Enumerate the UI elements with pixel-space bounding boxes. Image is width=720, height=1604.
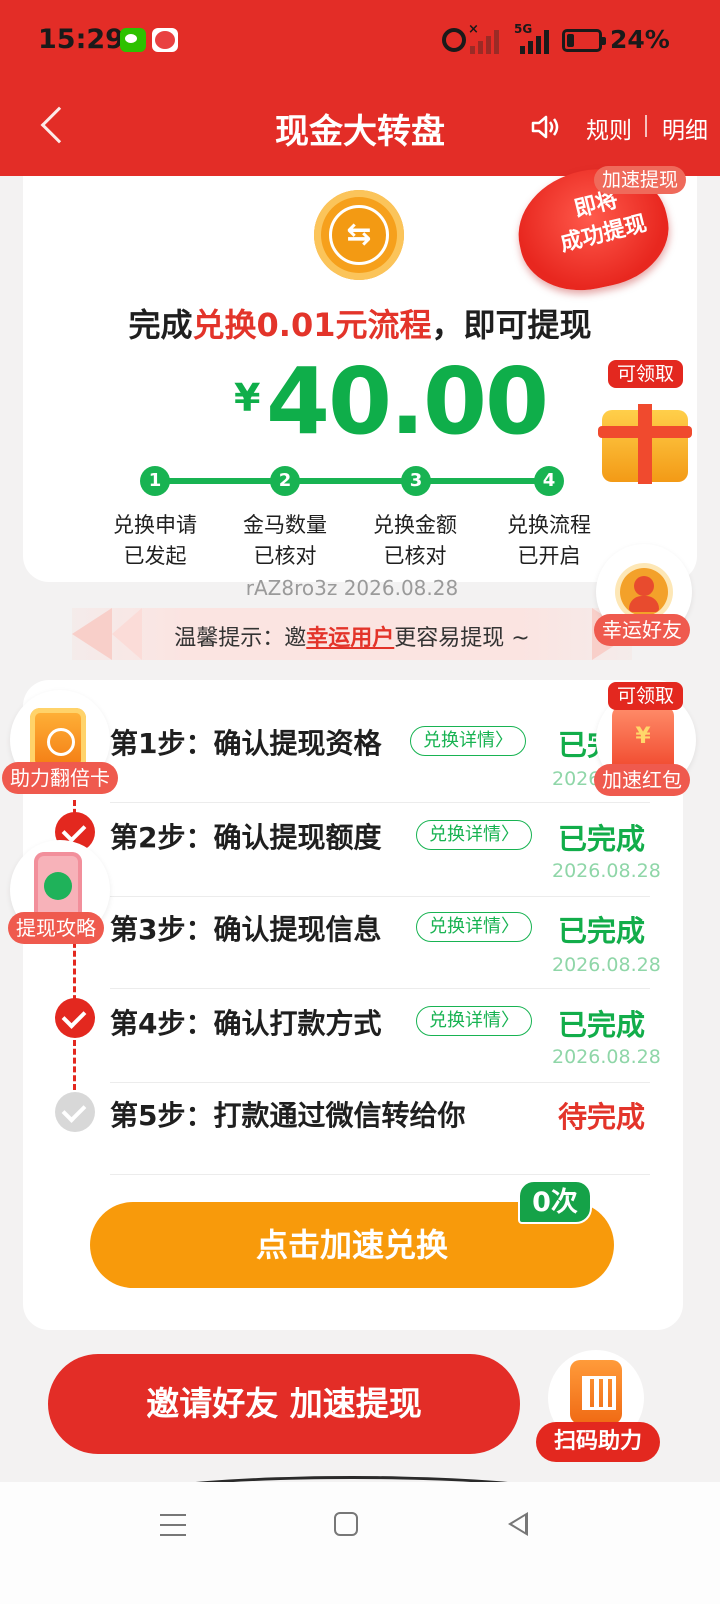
claim-tag-redpack[interactable]: 可领取 xyxy=(608,682,684,710)
headline-highlight: 兑换0.01元流程 xyxy=(192,306,432,344)
steps-connector-2 xyxy=(73,1040,76,1090)
tip-lucky-user-link[interactable]: 幸运用户 xyxy=(306,626,394,651)
exchange-icon: ⇆ xyxy=(314,190,404,280)
progress-label-1-line1: 兑换申请 xyxy=(113,513,197,537)
battery-percent: 24% xyxy=(610,25,670,54)
claim-tag-gift[interactable]: 可领取 xyxy=(608,360,684,388)
alarm-icon xyxy=(442,28,466,52)
scan-help-label[interactable]: 扫码助力 xyxy=(536,1422,660,1462)
step-1-detail-button[interactable]: 兑换详情〉 xyxy=(410,726,526,756)
progress-label-1-line2: 已发起 xyxy=(123,544,187,568)
lucky-friend-label[interactable]: 幸运好友 xyxy=(594,614,690,646)
step-3-status: 已完成 xyxy=(558,914,646,948)
withdraw-headline: 完成兑换0.01元流程，即可提现 xyxy=(0,300,720,346)
progress-label-4-line2: 已开启 xyxy=(517,544,581,568)
step-2-date: 2026.08.28 xyxy=(552,860,661,882)
status-bar: 15:29 × 5G 24% xyxy=(0,0,720,80)
currency-symbol: ¥ xyxy=(234,376,261,420)
step-5-check-icon xyxy=(55,1092,95,1132)
progress-label-2: 金马数量 已核对 xyxy=(220,510,350,572)
boost-card-label[interactable]: 助力翻倍卡 xyxy=(2,762,118,794)
step-4-detail-button[interactable]: 兑换详情〉 xyxy=(416,1006,532,1036)
headline-suffix: ，即可提现 xyxy=(431,306,592,344)
step-3-detail-label: 兑换详情 xyxy=(429,916,501,937)
detail-link[interactable]: 明细 xyxy=(662,111,708,145)
speaker-icon[interactable] xyxy=(530,112,560,142)
step-3-detail-button[interactable]: 兑换详情〉 xyxy=(416,912,532,942)
step-2-detail-button[interactable]: 兑换详情〉 xyxy=(416,820,532,850)
home-icon[interactable] xyxy=(334,1512,358,1536)
row-divider xyxy=(110,1174,650,1175)
step-2-status: 已完成 xyxy=(558,822,646,856)
header-divider xyxy=(645,115,647,137)
step-4-check-icon xyxy=(55,998,95,1038)
qr-code-icon xyxy=(570,1360,622,1424)
progress-label-1: 兑换申请 已发起 xyxy=(90,510,220,572)
top-bar: 15:29 × 5G 24% 现金大转盘 规则 明细 xyxy=(0,0,720,176)
lucky-friend-avatar-icon xyxy=(620,568,668,616)
step-5-status: 待完成 xyxy=(558,1100,646,1134)
step-4-status: 已完成 xyxy=(558,1008,646,1042)
row-divider xyxy=(110,896,650,897)
progress-label-4-line1: 兑换流程 xyxy=(507,513,591,537)
gift-ribbon-horizontal xyxy=(598,426,692,438)
progress-label-3-line1: 兑换金额 xyxy=(373,513,457,537)
speed-redpack-label[interactable]: 加速红包 xyxy=(594,764,690,796)
signal-icon xyxy=(470,28,499,54)
cash-amount: 40.00 xyxy=(266,348,549,455)
progress-label-2-line1: 金马数量 xyxy=(243,513,327,537)
row-divider xyxy=(110,802,650,803)
headline-prefix: 完成 xyxy=(128,306,193,344)
step-4-date: 2026.08.28 xyxy=(552,1046,661,1068)
progress-label-4: 兑换流程 已开启 xyxy=(484,510,614,572)
app-icon xyxy=(152,28,178,52)
progress-dot-4: 4 xyxy=(534,466,564,496)
progress-track xyxy=(156,478,562,484)
progress-dot-1: 1 xyxy=(140,466,170,496)
row-divider xyxy=(110,988,650,989)
progress-dot-2: 2 xyxy=(270,466,300,496)
progress-label-3: 兑换金额 已核对 xyxy=(350,510,480,572)
tip-prefix: 温馨提示：邀 xyxy=(174,626,307,651)
progress-label-2-line2: 已核对 xyxy=(253,544,317,568)
step-2-detail-label: 兑换详情 xyxy=(429,824,501,845)
battery-level xyxy=(567,34,575,47)
invite-friends-button[interactable]: 邀请好友 加速提现 xyxy=(48,1354,520,1454)
step-1-detail-label: 兑换详情 xyxy=(423,730,495,751)
step-4-detail-label: 兑换详情 xyxy=(429,1010,501,1031)
battery-icon xyxy=(562,29,606,52)
strategy-label[interactable]: 提现攻略 xyxy=(8,912,104,944)
step-3-date: 2026.08.28 xyxy=(552,954,661,976)
wechat-icon xyxy=(120,28,146,52)
remaining-times-badge: 0次 xyxy=(518,1180,592,1224)
tip-suffix: 更容易提现 ~ xyxy=(394,626,530,651)
step-2-title: 第2步：确认提现额度 xyxy=(110,821,382,854)
menu-icon[interactable] xyxy=(160,1514,186,1536)
nav-back-icon[interactable] xyxy=(508,1512,528,1536)
progress-label-3-line2: 已核对 xyxy=(383,544,447,568)
step-5-title: 第5步：打款通过微信转给你 xyxy=(110,1099,466,1132)
system-nav-bar xyxy=(0,1482,720,1604)
gift-ribbon xyxy=(638,404,652,484)
row-divider xyxy=(110,1082,650,1083)
boost-card-icon xyxy=(30,708,86,770)
progress-dot-3: 3 xyxy=(401,466,431,496)
rules-link[interactable]: 规则 xyxy=(586,111,632,145)
speed-withdraw-tag[interactable]: 加速提现 xyxy=(594,166,687,194)
signal-5g-icon xyxy=(520,28,549,54)
step-3-title: 第3步：确认提现信息 xyxy=(110,913,382,946)
step-1-title: 第1步：确认提现资格 xyxy=(110,727,382,760)
status-time: 15:29 xyxy=(38,24,124,55)
step-4-title: 第4步：确认打款方式 xyxy=(110,1007,382,1040)
